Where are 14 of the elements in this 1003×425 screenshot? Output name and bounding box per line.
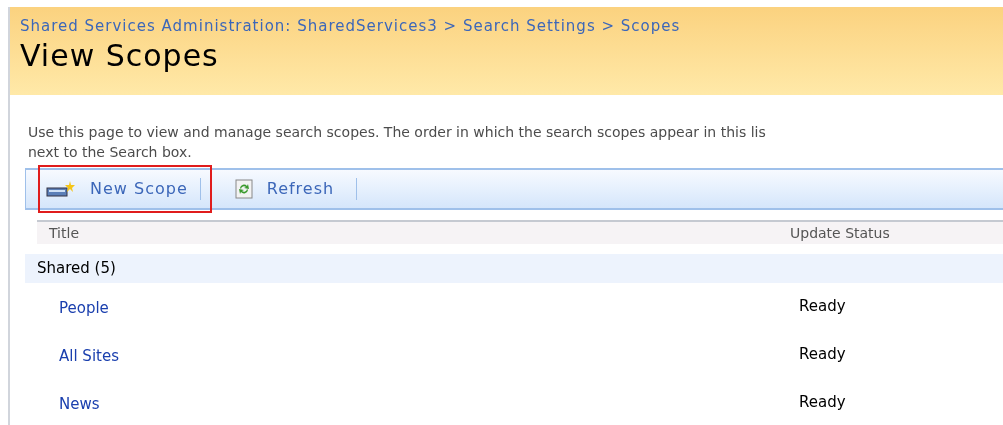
table-cell-text: Ready	[799, 344, 846, 365]
column-header: Title	[48, 223, 80, 243]
refresh-button[interactable]: Refresh	[226, 169, 343, 209]
page-title: View Scopes	[20, 38, 220, 74]
breadcrumb: Shared Services Administration: SharedServices3 > Search Settings > Scopes	[20, 16, 682, 36]
scope-link[interactable]: People	[59, 297, 799, 320]
scope-link[interactable]: News	[59, 393, 799, 416]
page-description: Use this page to view and manage search scopes. The order in which the search scopes appear in this lis next to the Search box.	[28, 123, 767, 162]
new-scope-button[interactable]: New Scope	[38, 165, 212, 213]
table-cell-text: Ready	[799, 392, 846, 413]
table-cell-text: Ready	[799, 296, 846, 317]
group-label: Shared (5)	[37, 258, 116, 280]
column-header: Update Status	[790, 223, 890, 243]
scope-link[interactable]: All Sites	[59, 345, 799, 368]
